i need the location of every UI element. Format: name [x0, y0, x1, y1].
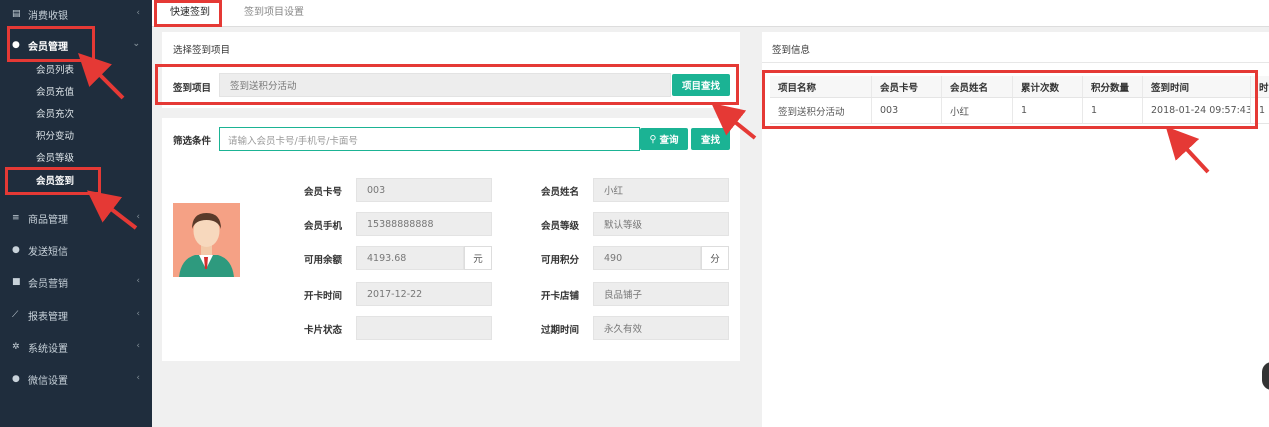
annotation-arrows — [78, 53, 1210, 230]
arrow-icon — [711, 103, 757, 140]
arrow-icon — [78, 53, 125, 100]
arrow-icon — [86, 190, 138, 230]
arrow-icon — [1165, 126, 1210, 174]
